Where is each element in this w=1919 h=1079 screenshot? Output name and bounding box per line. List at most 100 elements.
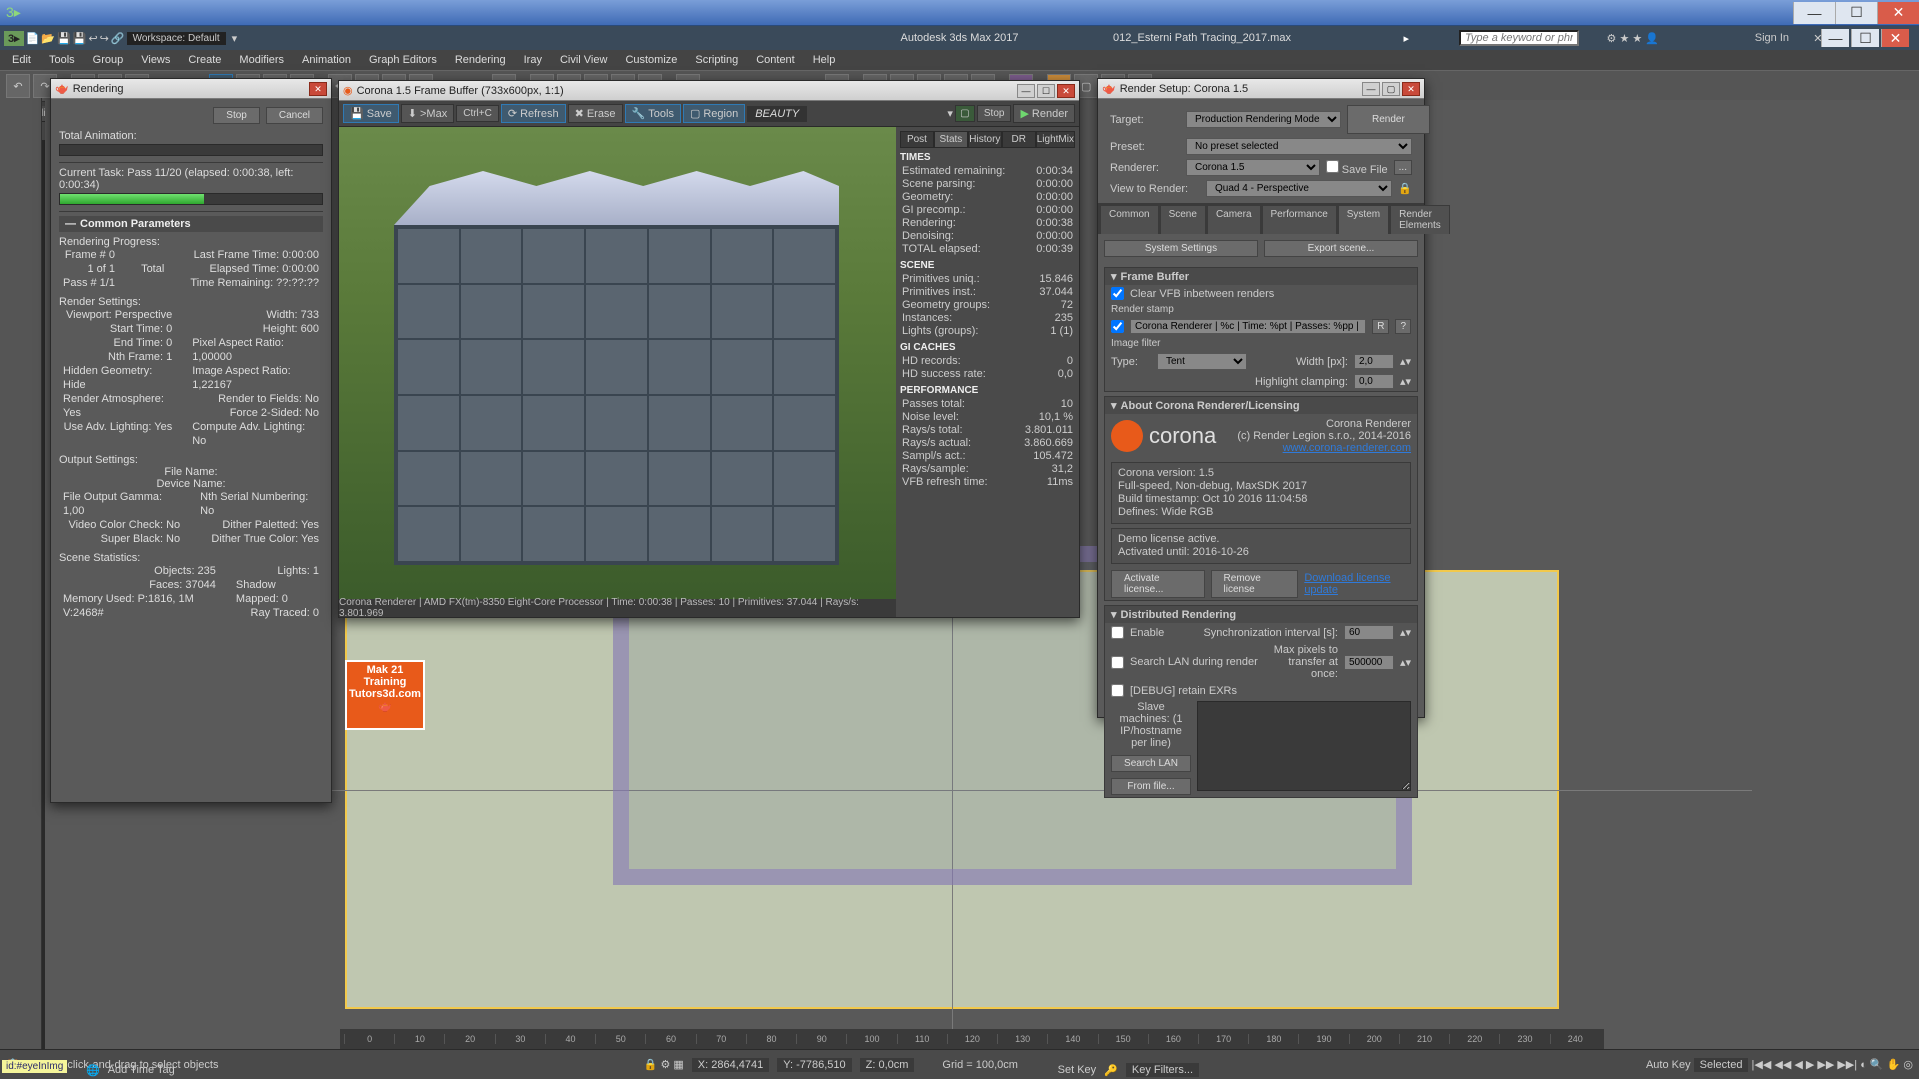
rs-close-button[interactable]: ✕	[1402, 82, 1420, 96]
stamp-help-button[interactable]: ?	[1395, 319, 1411, 334]
stamp-checkbox[interactable]	[1111, 320, 1124, 333]
fb-ctrlc-button[interactable]: Ctrl+C	[456, 105, 499, 122]
max-pixels-input[interactable]	[1344, 655, 1394, 670]
lock-icon[interactable]: 🔒	[1398, 182, 1412, 195]
add-time-tag-button[interactable]: Add Time Tag	[108, 1064, 175, 1076]
doc-max-button[interactable]: ☐	[1851, 29, 1879, 47]
setkey-button[interactable]: Set Key	[1058, 1064, 1097, 1076]
window-close-button[interactable]: ✕	[1877, 2, 1919, 24]
menu-item[interactable]: Iray	[516, 52, 550, 68]
autokey-button[interactable]: Auto Key	[1646, 1059, 1691, 1071]
menu-item[interactable]: Help	[805, 52, 844, 68]
dr-rollout[interactable]: Distributed Rendering	[1121, 609, 1237, 621]
menu-item[interactable]: Rendering	[447, 52, 514, 68]
search-input[interactable]	[1459, 30, 1579, 46]
search-lan-button[interactable]: Search LAN	[1111, 755, 1191, 772]
retain-exr-checkbox[interactable]	[1111, 684, 1124, 697]
timeline[interactable]: 0102030405060708090100110120130140150160…	[340, 1029, 1604, 1049]
doc-close-button[interactable]: ✕	[1881, 29, 1909, 47]
workspace-selector[interactable]: Workspace: Default	[127, 32, 226, 45]
stamp-reset-button[interactable]: R	[1372, 319, 1389, 334]
corona-url-link[interactable]: www.corona-renderer.com	[1237, 442, 1411, 454]
fb-render-button[interactable]: ▶Render	[1013, 104, 1075, 123]
preset-combo[interactable]: No preset selected	[1186, 138, 1412, 155]
save-file-checkbox[interactable]	[1326, 160, 1339, 173]
download-update-link[interactable]: Download license update	[1304, 572, 1411, 596]
from-file-button[interactable]: From file...	[1111, 778, 1191, 795]
menu-item[interactable]: Content	[748, 52, 803, 68]
render-setup-tab[interactable]: System	[1338, 205, 1389, 234]
render-button[interactable]: Render	[1347, 105, 1430, 134]
app-logo-3[interactable]: 3▸	[4, 31, 24, 46]
info-button[interactable]: ▸	[1403, 32, 1409, 45]
render-setup-tab[interactable]: Render Elements	[1390, 205, 1450, 234]
fb-min-button[interactable]: —	[1017, 84, 1035, 98]
fb-side-tab[interactable]: Post	[900, 131, 934, 148]
fb-channel-combo[interactable]: BEAUTY	[747, 106, 807, 122]
save-file-browse-button[interactable]: ...	[1394, 160, 1412, 175]
view-to-render-combo[interactable]: Quad 4 - Perspective	[1206, 180, 1392, 197]
fb-side-tab[interactable]: Stats	[934, 131, 968, 148]
about-rollout[interactable]: About Corona Renderer/Licensing	[1121, 400, 1300, 412]
renderer-combo[interactable]: Corona 1.5	[1186, 159, 1320, 176]
remove-license-button[interactable]: Remove license	[1211, 570, 1299, 598]
search-lan-render-checkbox[interactable]	[1111, 656, 1124, 669]
menu-item[interactable]: Create	[180, 52, 229, 68]
fb-stop-button[interactable]: Stop	[977, 105, 1012, 122]
menu-item[interactable]: Modifiers	[231, 52, 292, 68]
fb-erase-button[interactable]: ✖Erase	[568, 104, 623, 123]
fb-close-button[interactable]: ✕	[1057, 84, 1075, 98]
rendering-cancel-button[interactable]: Cancel	[266, 107, 323, 124]
menu-item[interactable]: Animation	[294, 52, 359, 68]
dr-enable-checkbox[interactable]	[1111, 626, 1124, 639]
doc-min-button[interactable]: —	[1821, 29, 1849, 47]
menu-item[interactable]: Group	[85, 52, 132, 68]
fb-dot-button[interactable]: ▢	[955, 105, 975, 122]
clear-vfb-checkbox[interactable]	[1111, 287, 1124, 300]
rs-min-button[interactable]: —	[1362, 82, 1380, 96]
width-px-input[interactable]	[1354, 354, 1394, 369]
fb-save-button[interactable]: 💾Save	[343, 104, 399, 123]
selected-combo[interactable]: Selected	[1694, 1058, 1749, 1072]
menu-item[interactable]: Scripting	[687, 52, 746, 68]
rendering-stop-button[interactable]: Stop	[213, 107, 260, 124]
rendering-close-button[interactable]: ✕	[309, 82, 327, 96]
fb-tomax-button[interactable]: ⬇>Max	[401, 104, 454, 123]
slave-machines-textarea[interactable]	[1197, 701, 1411, 791]
sync-interval-input[interactable]	[1344, 625, 1394, 640]
render-image[interactable]: Corona Renderer | AMD FX(tm)-8350 Eight-…	[339, 127, 896, 617]
filter-type-combo[interactable]: Tent	[1157, 353, 1247, 370]
render-setup-tab[interactable]: Scene	[1160, 205, 1206, 234]
fb-side-tab[interactable]: LightMix	[1036, 131, 1075, 148]
highlight-clamp-input[interactable]	[1354, 374, 1394, 389]
fb-tools-button[interactable]: 🔧Tools	[625, 104, 681, 123]
render-setup-tab[interactable]: Camera	[1207, 205, 1261, 234]
fb-max-button[interactable]: ☐	[1037, 84, 1055, 98]
menu-item[interactable]: Civil View	[552, 52, 615, 68]
menu-item[interactable]: Tools	[41, 52, 83, 68]
key-filters-button[interactable]: Key Filters...	[1126, 1063, 1199, 1077]
fb-region-button[interactable]: ▢Region	[683, 104, 745, 123]
frame-buffer-rollout[interactable]: Frame Buffer	[1121, 271, 1189, 283]
fb-side-tab[interactable]: DR	[1002, 131, 1036, 148]
undo-button[interactable]: ↶	[6, 74, 30, 98]
menu-item[interactable]: Views	[133, 52, 178, 68]
export-scene-button[interactable]: Export scene...	[1264, 240, 1418, 257]
stamp-input[interactable]	[1130, 319, 1366, 334]
target-combo[interactable]: Production Rendering Mode	[1186, 111, 1341, 128]
menu-item[interactable]: Customize	[617, 52, 685, 68]
common-params-header[interactable]: Common Parameters	[80, 218, 191, 230]
activate-license-button[interactable]: Activate license...	[1111, 570, 1205, 598]
window-minimize-button[interactable]: —	[1793, 2, 1835, 24]
window-maximize-button[interactable]: ☐	[1835, 2, 1877, 24]
menu-item[interactable]: Edit	[4, 52, 39, 68]
render-setup-tab[interactable]: Performance	[1262, 205, 1337, 234]
rs-max-button[interactable]: ▢	[1382, 82, 1400, 96]
render-setup-tab[interactable]: Common	[1100, 205, 1159, 234]
menu-item[interactable]: Graph Editors	[361, 52, 445, 68]
fb-refresh-button[interactable]: ⟳Refresh	[501, 104, 566, 123]
fb-status-bar: Corona Renderer | AMD FX(tm)-8350 Eight-…	[339, 599, 896, 617]
sign-in-button[interactable]: Sign In	[1755, 32, 1789, 44]
system-settings-button[interactable]: System Settings	[1104, 240, 1258, 257]
fb-side-tab[interactable]: History	[968, 131, 1002, 148]
